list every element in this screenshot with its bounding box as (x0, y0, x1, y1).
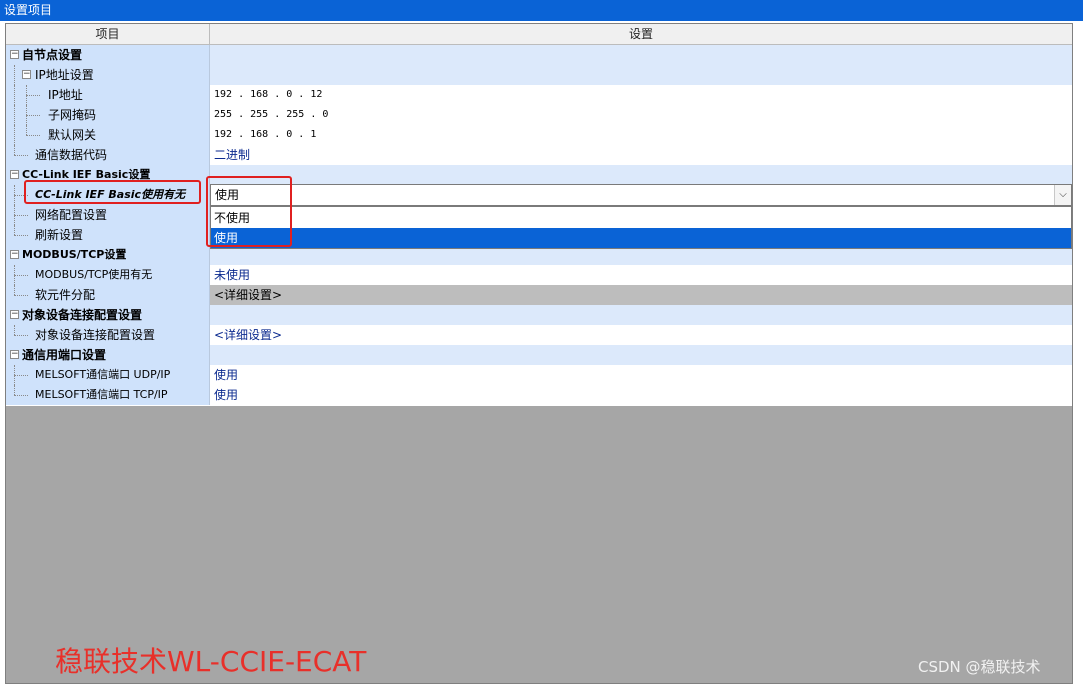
group-row-target-device[interactable]: − 对象设备连接配置设置 (6, 305, 1072, 325)
device-assignment-detail-link[interactable]: <详细设置> (214, 285, 282, 305)
melsoft-tcp-value[interactable]: 使用 (214, 385, 238, 405)
row-default-gateway[interactable]: 默认网关 192 . 168 . 0 . 1 (6, 125, 1072, 145)
csdn-credit: CSDN @稳联技术 (918, 658, 1041, 676)
dropdown-option-enable[interactable]: 使用 (211, 228, 1071, 248)
row-label: MODBUS/TCP使用有无 (35, 268, 153, 281)
row-label: 默认网关 (48, 128, 97, 142)
row-label: 网络配置设置 (35, 208, 108, 222)
collapse-icon[interactable]: − (10, 50, 19, 59)
row-device-assignment[interactable]: 软元件分配 <详细设置> (6, 285, 1072, 305)
row-subnet-mask[interactable]: 子网掩码 255 . 255 . 255 . 0 (6, 105, 1072, 125)
collapse-icon[interactable]: − (10, 310, 19, 319)
group-row-ip-settings[interactable]: − IP地址设置 (6, 65, 1072, 85)
row-label: MELSOFT通信端口 TCP/IP (35, 388, 168, 401)
row-label: 自节点设置 (22, 48, 83, 62)
row-melsoft-udp[interactable]: MELSOFT通信端口 UDP/IP 使用 (6, 365, 1072, 385)
row-label: MODBUS/TCP设置 (22, 248, 127, 261)
dropdown-option-disable[interactable]: 不使用 (211, 208, 1071, 228)
row-value (210, 45, 1072, 65)
collapse-icon[interactable]: − (22, 70, 31, 79)
default-gateway-field[interactable]: 192 . 168 . 0 . 1 (214, 125, 316, 145)
row-label: IP地址 (48, 88, 83, 102)
row-label: 对象设备连接配置设置 (22, 308, 143, 322)
cclink-enable-combobox[interactable]: 使用 ⌵ (210, 184, 1072, 206)
subnet-mask-field[interactable]: 255 . 255 . 255 . 0 (214, 105, 328, 125)
row-target-device-config[interactable]: 对象设备连接配置设置 <详细设置> (6, 325, 1072, 345)
row-label: 刷新设置 (35, 228, 84, 242)
row-label: 通信数据代码 (35, 148, 108, 162)
row-label: MELSOFT通信端口 UDP/IP (35, 368, 171, 381)
panel-title: 设置项目 (0, 0, 1083, 21)
chevron-down-icon[interactable]: ⌵ (1054, 185, 1071, 205)
row-label: IP地址设置 (35, 68, 94, 82)
grid-header: 项目 设置 (6, 24, 1072, 45)
column-header-setting: 设置 (628, 27, 653, 41)
row-label: 对象设备连接配置设置 (35, 328, 156, 342)
row-label: 软元件分配 (35, 288, 96, 302)
cclink-enable-dropdown-list: 不使用 使用 (210, 206, 1072, 249)
row-value (210, 345, 1072, 365)
highlight-box-dropdown (206, 176, 292, 247)
melsoft-udp-value[interactable]: 使用 (214, 365, 238, 385)
group-row-comm-port[interactable]: − 通信用端口设置 (6, 345, 1072, 365)
modbus-enable-value[interactable]: 未使用 (214, 265, 250, 285)
watermark-text: 稳联技术WL-CCIE-ECAT (55, 645, 367, 678)
row-comm-data-code[interactable]: 通信数据代码 二进制 (6, 145, 1072, 165)
column-header-item: 项目 (6, 24, 210, 45)
row-value (210, 165, 1072, 185)
row-label: 通信用端口设置 (22, 348, 107, 362)
collapse-icon[interactable]: − (10, 170, 19, 179)
ip-address-field[interactable]: 192 . 168 . 0 . 12 (214, 85, 322, 105)
row-melsoft-tcp[interactable]: MELSOFT通信端口 TCP/IP 使用 (6, 385, 1072, 405)
row-label: 子网掩码 (48, 108, 97, 122)
row-value (210, 65, 1072, 85)
target-device-detail-link[interactable]: <详细设置> (214, 325, 282, 345)
row-ip-address[interactable]: IP地址 192 . 168 . 0 . 12 (6, 85, 1072, 105)
highlight-box-label (24, 180, 201, 204)
group-row-own-node[interactable]: − 自节点设置 (6, 45, 1072, 65)
collapse-icon[interactable]: − (10, 350, 19, 359)
collapse-icon[interactable]: − (10, 250, 19, 259)
comm-data-code-value[interactable]: 二进制 (214, 145, 250, 165)
row-modbus-enable[interactable]: MODBUS/TCP使用有无 未使用 (6, 265, 1072, 285)
row-value (210, 305, 1072, 325)
